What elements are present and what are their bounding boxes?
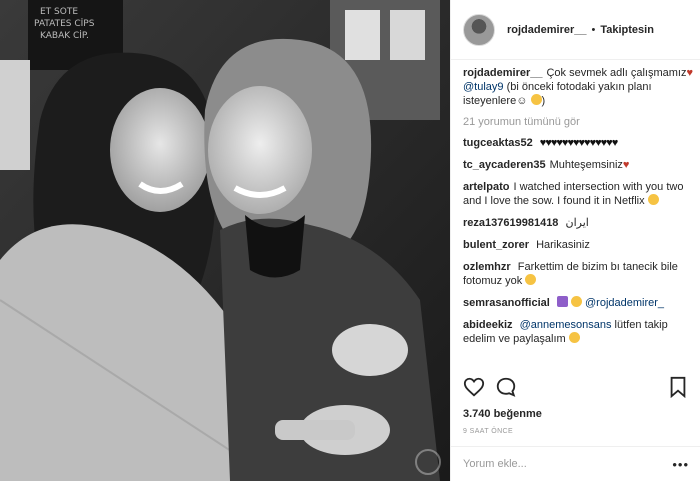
heart-emoji-icon: ♥ (622, 159, 630, 171)
comment-mention[interactable]: @annemesonsans (520, 319, 612, 331)
comment-username[interactable]: bulent_zorer (463, 239, 529, 251)
caption: rojdademirer__ Çok sevmek adlı çalışmamız… (463, 67, 693, 107)
speech-bubble-icon[interactable] (495, 376, 517, 398)
comment-item: ozlemhzr Farkettim de bizim bı tanecik b… (463, 260, 693, 288)
comment-item: artelpato I watched intersection with you… (463, 180, 693, 208)
svg-text:ET SOTE: ET SOTE (40, 7, 78, 17)
comment-username[interactable]: abideekiz (463, 319, 513, 331)
post-photo: ET SOTE PATATES CİPS KABAK CİP. (0, 0, 450, 481)
author-username[interactable]: rojdademirer__ (507, 24, 586, 36)
comment-username[interactable]: semrasanofficial (463, 297, 550, 309)
comment-item: semrasanofficial @rojdademirer_ (463, 296, 693, 310)
comment-text: ایران (565, 217, 589, 229)
smile-emoji-icon (570, 296, 582, 307)
smile-emoji-icon (530, 94, 542, 105)
post-header: rojdademirer__ • Takiptesin (451, 0, 700, 60)
view-all-comments-link[interactable]: 21 yorumun tümünü gör (463, 116, 693, 128)
likes-count[interactable]: 3.740 beğenme (463, 408, 542, 420)
post-photo-image: ET SOTE PATATES CİPS KABAK CİP. (0, 0, 450, 481)
purple-heart-emoji-icon (556, 296, 568, 307)
add-comment-bar: Yorum ekle... ••• (451, 446, 700, 481)
comment-username[interactable]: artelpato (463, 181, 509, 193)
comment-username[interactable]: tugceaktas52 (463, 137, 533, 149)
follow-status-button[interactable]: Takiptesin (600, 24, 654, 36)
confused-emoji-icon (525, 274, 537, 285)
caption-text: Çok sevmek adlı çalışmamız (546, 67, 687, 79)
svg-text:PATATES CİPS: PATATES CİPS (34, 18, 95, 29)
post-side-panel: rojdademirer__ • Takiptesin rojdademirer… (450, 0, 700, 481)
comment-username[interactable]: tc_aycaderen35 (463, 159, 546, 171)
header-separator: • (591, 23, 596, 36)
instagram-post-window: ET SOTE PATATES CİPS KABAK CİP. rojdadem… (0, 0, 700, 481)
comment-username[interactable]: reza137619981418 (463, 217, 558, 229)
heart-outline-icon[interactable] (463, 376, 485, 398)
avatar[interactable] (463, 13, 495, 46)
svg-text:KABAK CİP.: KABAK CİP. (40, 30, 89, 41)
comments-list: rojdademirer__ Çok sevmek adlı çalışmamız… (463, 66, 693, 366)
comment-item: abideekiz @annemesonsans lütfen takip ed… (463, 318, 693, 346)
comment-text: ♥♥♥♥♥♥♥♥♥♥♥♥♥♥ (539, 137, 618, 149)
heart-emoji-icon: ♥ (686, 67, 693, 79)
post-actions (463, 376, 689, 402)
comment-username[interactable]: ozlemhzr (463, 261, 511, 273)
caption-username[interactable]: rojdademirer__ (463, 67, 542, 79)
comment-item: bulent_zorer Harikasiniz (463, 238, 693, 252)
add-comment-input[interactable]: Yorum ekle... (463, 458, 672, 470)
caption-mention[interactable]: @tulay9 (463, 81, 504, 93)
comment-item: tc_aycaderen35 Muhteşemsiniz♥ (463, 158, 693, 172)
comment-item: reza137619981418 ایران (463, 216, 693, 230)
more-options-icon[interactable]: ••• (672, 457, 689, 472)
post-timestamp: 9 SAAT ÖNCE (463, 428, 514, 435)
comment-text: Harikasiniz (536, 239, 590, 251)
comment-mention[interactable]: @rojdademirer_ (585, 297, 664, 309)
comment-item: tugceaktas52 ♥♥♥♥♥♥♥♥♥♥♥♥♥♥ (463, 136, 693, 150)
grin-emoji-icon (647, 194, 659, 205)
comment-text: Muhteşemsiniz (549, 159, 623, 171)
bookmark-icon[interactable] (667, 376, 689, 398)
person-emoji-icon (568, 332, 580, 343)
